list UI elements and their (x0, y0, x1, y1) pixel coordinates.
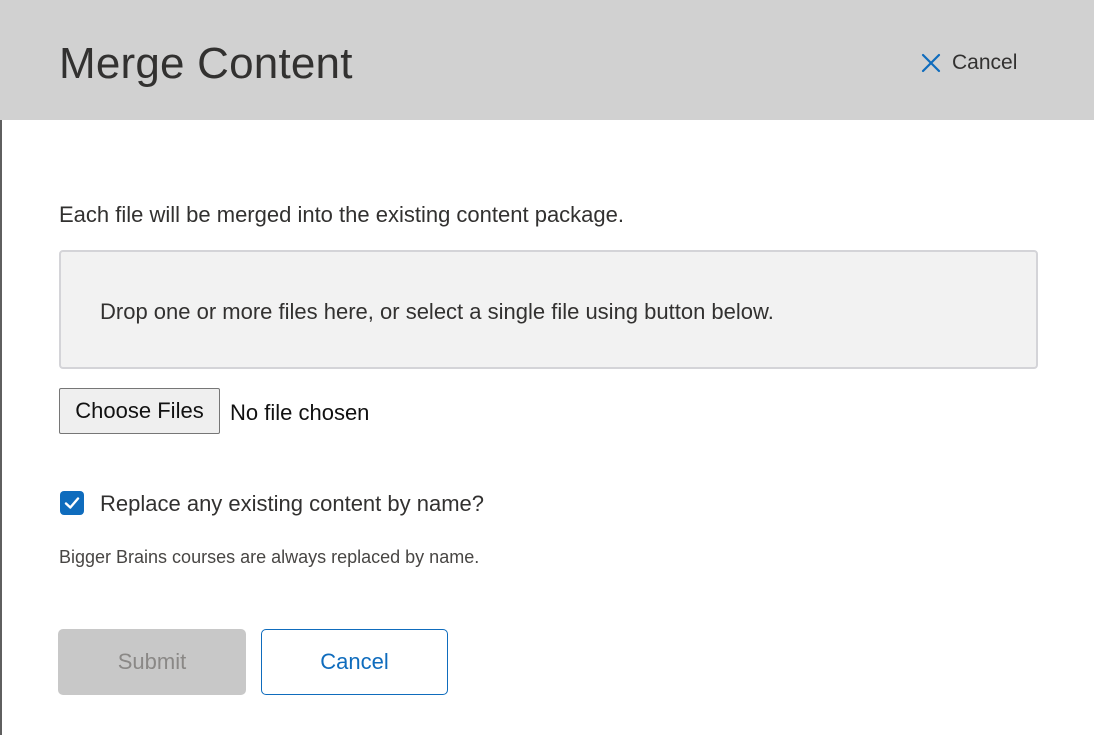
replace-note: Bigger Brains courses are always replace… (59, 547, 480, 567)
choose-files-button[interactable]: Choose Files (59, 388, 220, 434)
replace-by-name-checkbox[interactable] (60, 491, 84, 515)
merge-content-dialog: Merge Content Cancel Each file will be m… (0, 0, 1094, 735)
dialog-title: Merge Content (59, 39, 353, 88)
file-drop-zone[interactable]: Drop one or more files here, or select a… (59, 250, 1038, 369)
replace-by-name-label[interactable]: Replace any existing content by name? (100, 490, 484, 518)
submit-button[interactable]: Submit (58, 629, 246, 695)
close-icon (920, 52, 942, 74)
cancel-button[interactable]: Cancel (261, 629, 448, 695)
header-cancel-label: Cancel (952, 51, 1018, 74)
file-status-text: No file chosen (230, 400, 370, 425)
drop-zone-text: Drop one or more files here, or select a… (100, 299, 774, 324)
dialog-header: Merge Content Cancel (0, 0, 1094, 120)
header-cancel-button[interactable]: Cancel (920, 50, 1017, 76)
checkmark-icon (64, 497, 80, 509)
intro-text: Each file will be merged into the existi… (59, 202, 624, 227)
